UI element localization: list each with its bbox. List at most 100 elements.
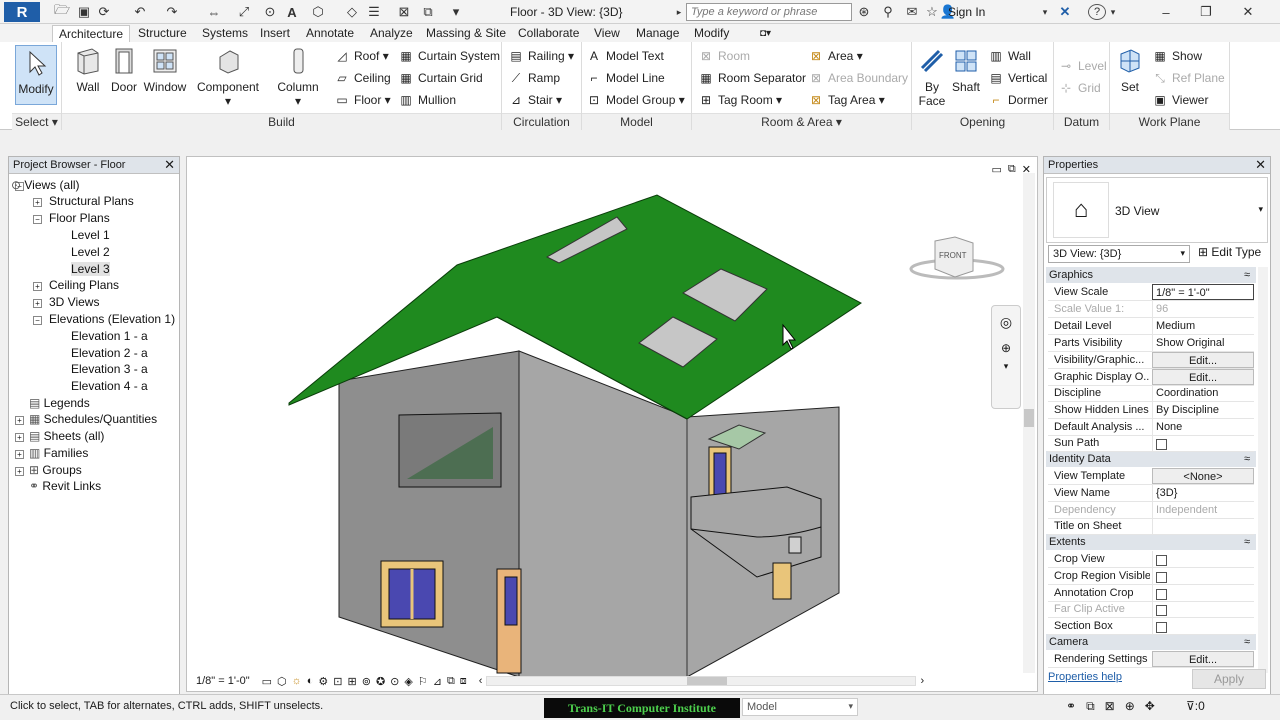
expand-toggle-families[interactable]: +	[15, 450, 24, 459]
help-dropdown-icon[interactable]: ▾	[1108, 3, 1118, 21]
communication-icon[interactable]: ✉	[904, 3, 920, 21]
wall-opening-button[interactable]: ▥ Wall	[988, 46, 1031, 66]
zoom-icon[interactable]: ⊕	[992, 341, 1020, 355]
section-icon[interactable]: ◇	[344, 3, 360, 21]
property-value[interactable]	[1152, 601, 1254, 617]
scroll-left-icon[interactable]: ‹	[479, 675, 483, 687]
tab-insert[interactable]: Insert	[254, 25, 296, 42]
tab-modify[interactable]: Modify	[688, 25, 735, 42]
set-button[interactable]: Set	[1114, 46, 1146, 94]
show-button[interactable]: ▦ Show	[1152, 46, 1202, 66]
browser-item-families[interactable]: ▥ Families	[29, 446, 88, 460]
model-line-button[interactable]: ⌐ Model Line	[586, 68, 664, 88]
collapse-icon[interactable]: ≈	[1244, 267, 1250, 283]
vertical-opening-button[interactable]: ▤ Vertical	[988, 68, 1047, 88]
select-links-icon[interactable]: ⚭	[1066, 699, 1076, 714]
zoom-dropdown-icon[interactable]: ▾	[992, 361, 1020, 372]
property-value[interactable]: None	[1152, 419, 1254, 435]
minimize-icon[interactable]: –	[1158, 3, 1174, 21]
property-value[interactable]	[1152, 618, 1254, 634]
drag-elements-icon[interactable]: ✥	[1145, 699, 1155, 714]
tag-area-button[interactable]: ⊠ Tag Area ▾	[808, 90, 885, 110]
tab-massing-site[interactable]: Massing & Site	[420, 25, 512, 42]
vertical-scrollbar[interactable]	[1023, 173, 1035, 673]
browser-item-ceiling-plans[interactable]: Ceiling Plans	[49, 278, 119, 292]
browser-item-sheets-all[interactable]: ▤ Sheets (all)	[29, 429, 104, 443]
instance-selector[interactable]: 3D View: {3D} ▾	[1048, 245, 1190, 263]
browser-item-elevation-2-a[interactable]: Elevation 2 - a	[71, 346, 148, 360]
favorites-star-icon[interactable]: ☆	[924, 3, 940, 21]
qat-dropdown-icon[interactable]: ▾	[450, 3, 462, 21]
browser-item-structural-plans[interactable]: Structural Plans	[49, 194, 134, 208]
horizontal-scrollbar[interactable]	[486, 676, 917, 686]
redo-icon[interactable]: ↷	[164, 3, 180, 21]
close-project-browser-icon[interactable]: ✕	[164, 157, 175, 173]
switch-windows-icon[interactable]: ⧉	[420, 3, 436, 21]
browser-item-elevation-1-a[interactable]: Elevation 1 - a	[71, 329, 148, 343]
shadows-icon[interactable]: ◐	[307, 675, 314, 687]
tab-analyze[interactable]: Analyze	[364, 25, 419, 42]
dimension-icon[interactable]: ⤢	[236, 3, 252, 21]
shaft-button[interactable]: Shaft	[950, 46, 982, 94]
restore-icon[interactable]: ❐	[1198, 3, 1214, 21]
model-group-button[interactable]: ⊡ Model Group ▾	[586, 90, 685, 110]
property-value[interactable]	[1152, 585, 1254, 601]
property-checkbox[interactable]	[1156, 622, 1167, 633]
exchange-apps-icon[interactable]: ✕	[1056, 3, 1074, 21]
expand-toggle-elevations-elevation-1[interactable]: −	[33, 316, 42, 325]
grid-button[interactable]: ⊹ Grid	[1058, 78, 1101, 98]
render-icon[interactable]: ⚙	[318, 675, 328, 688]
component-button[interactable]: Component ▾	[196, 46, 260, 108]
tab-manage[interactable]: Manage	[630, 25, 685, 42]
property-value[interactable]	[1152, 518, 1254, 534]
temp-view-properties-icon[interactable]: ⚐	[418, 675, 428, 688]
tab-view[interactable]: View	[588, 25, 626, 42]
viewer-button[interactable]: ▣ Viewer	[1152, 90, 1208, 110]
tab-collaborate[interactable]: Collaborate	[512, 25, 585, 42]
property-value[interactable]: Coordination	[1152, 385, 1254, 401]
wall-button[interactable]: Wall	[68, 46, 108, 94]
expand-toggle-floor-plans[interactable]: −	[33, 215, 42, 224]
model-text-button[interactable]: A Model Text	[586, 46, 664, 66]
expand-toggle-structural-plans[interactable]: +	[33, 198, 42, 207]
railing-button[interactable]: ▤ Railing ▾	[508, 46, 574, 66]
section-graphics[interactable]: Graphics ≈	[1046, 267, 1256, 283]
property-checkbox[interactable]	[1156, 439, 1167, 450]
reveal-hidden-icon[interactable]: ⊙	[390, 675, 399, 688]
property-value[interactable]: Edit...	[1152, 369, 1254, 385]
view-cube[interactable]: FRONT	[909, 231, 1009, 283]
browser-item-level-1[interactable]: Level 1	[71, 228, 110, 242]
lock-view-icon[interactable]: ⊚	[362, 675, 371, 688]
roof-button[interactable]: ◿ Roof ▾	[334, 46, 388, 66]
view-scale-label[interactable]: 1/8" = 1'-0"	[196, 675, 250, 687]
measure-icon[interactable]: ⇔	[206, 3, 222, 21]
property-checkbox[interactable]	[1156, 605, 1167, 616]
type-selector[interactable]: ⌂ 3D View ▾	[1046, 177, 1268, 243]
sign-in-dropdown-icon[interactable]: ▾	[1040, 3, 1050, 21]
tab-architecture[interactable]: Architecture	[52, 25, 131, 42]
browser-item-elevation-4-a[interactable]: Elevation 4 - a	[71, 379, 148, 393]
property-value[interactable]: {3D}	[1152, 485, 1254, 501]
browser-item-level-3[interactable]: Level 3	[71, 262, 110, 276]
tag-icon[interactable]: ⊙	[262, 3, 278, 21]
workset-dropdown[interactable]: Model ▾	[742, 698, 858, 716]
room-button[interactable]: ⊠ Room	[698, 46, 750, 66]
ceiling-button[interactable]: ▱ Ceiling	[334, 68, 390, 88]
3d-viewport[interactable]: ▭ ⧉ ✕ FRONT ◎ ⊕ ▾	[186, 156, 1038, 692]
property-value[interactable]: 96	[1152, 301, 1254, 317]
thin-lines-icon[interactable]: ☰	[366, 3, 382, 21]
area-boundary-button[interactable]: ⊠ Area Boundary	[808, 68, 908, 88]
curtain-system-button[interactable]: ▦ Curtain System	[398, 46, 500, 66]
room-separator-button[interactable]: ▦ Room Separator	[698, 68, 806, 88]
save-icon[interactable]: ▣	[76, 3, 92, 21]
property-checkbox[interactable]	[1156, 589, 1167, 600]
highlight-displacement-icon[interactable]: ⧉	[447, 675, 455, 688]
worksharing-icon[interactable]: ◈	[404, 675, 412, 688]
ref-plane-button[interactable]: ⤡ Ref Plane	[1152, 68, 1225, 88]
browser-item-groups[interactable]: ⊞ Groups	[29, 463, 82, 477]
select-panel-title[interactable]: Select ▾	[12, 113, 61, 130]
select-underlay-icon[interactable]: ⧉	[1086, 699, 1095, 714]
search-input[interactable]: Type a keyword or phrase	[686, 3, 852, 21]
browser-item-legends[interactable]: ▤ Legends	[29, 396, 90, 410]
undo-icon[interactable]: ↶	[132, 3, 148, 21]
